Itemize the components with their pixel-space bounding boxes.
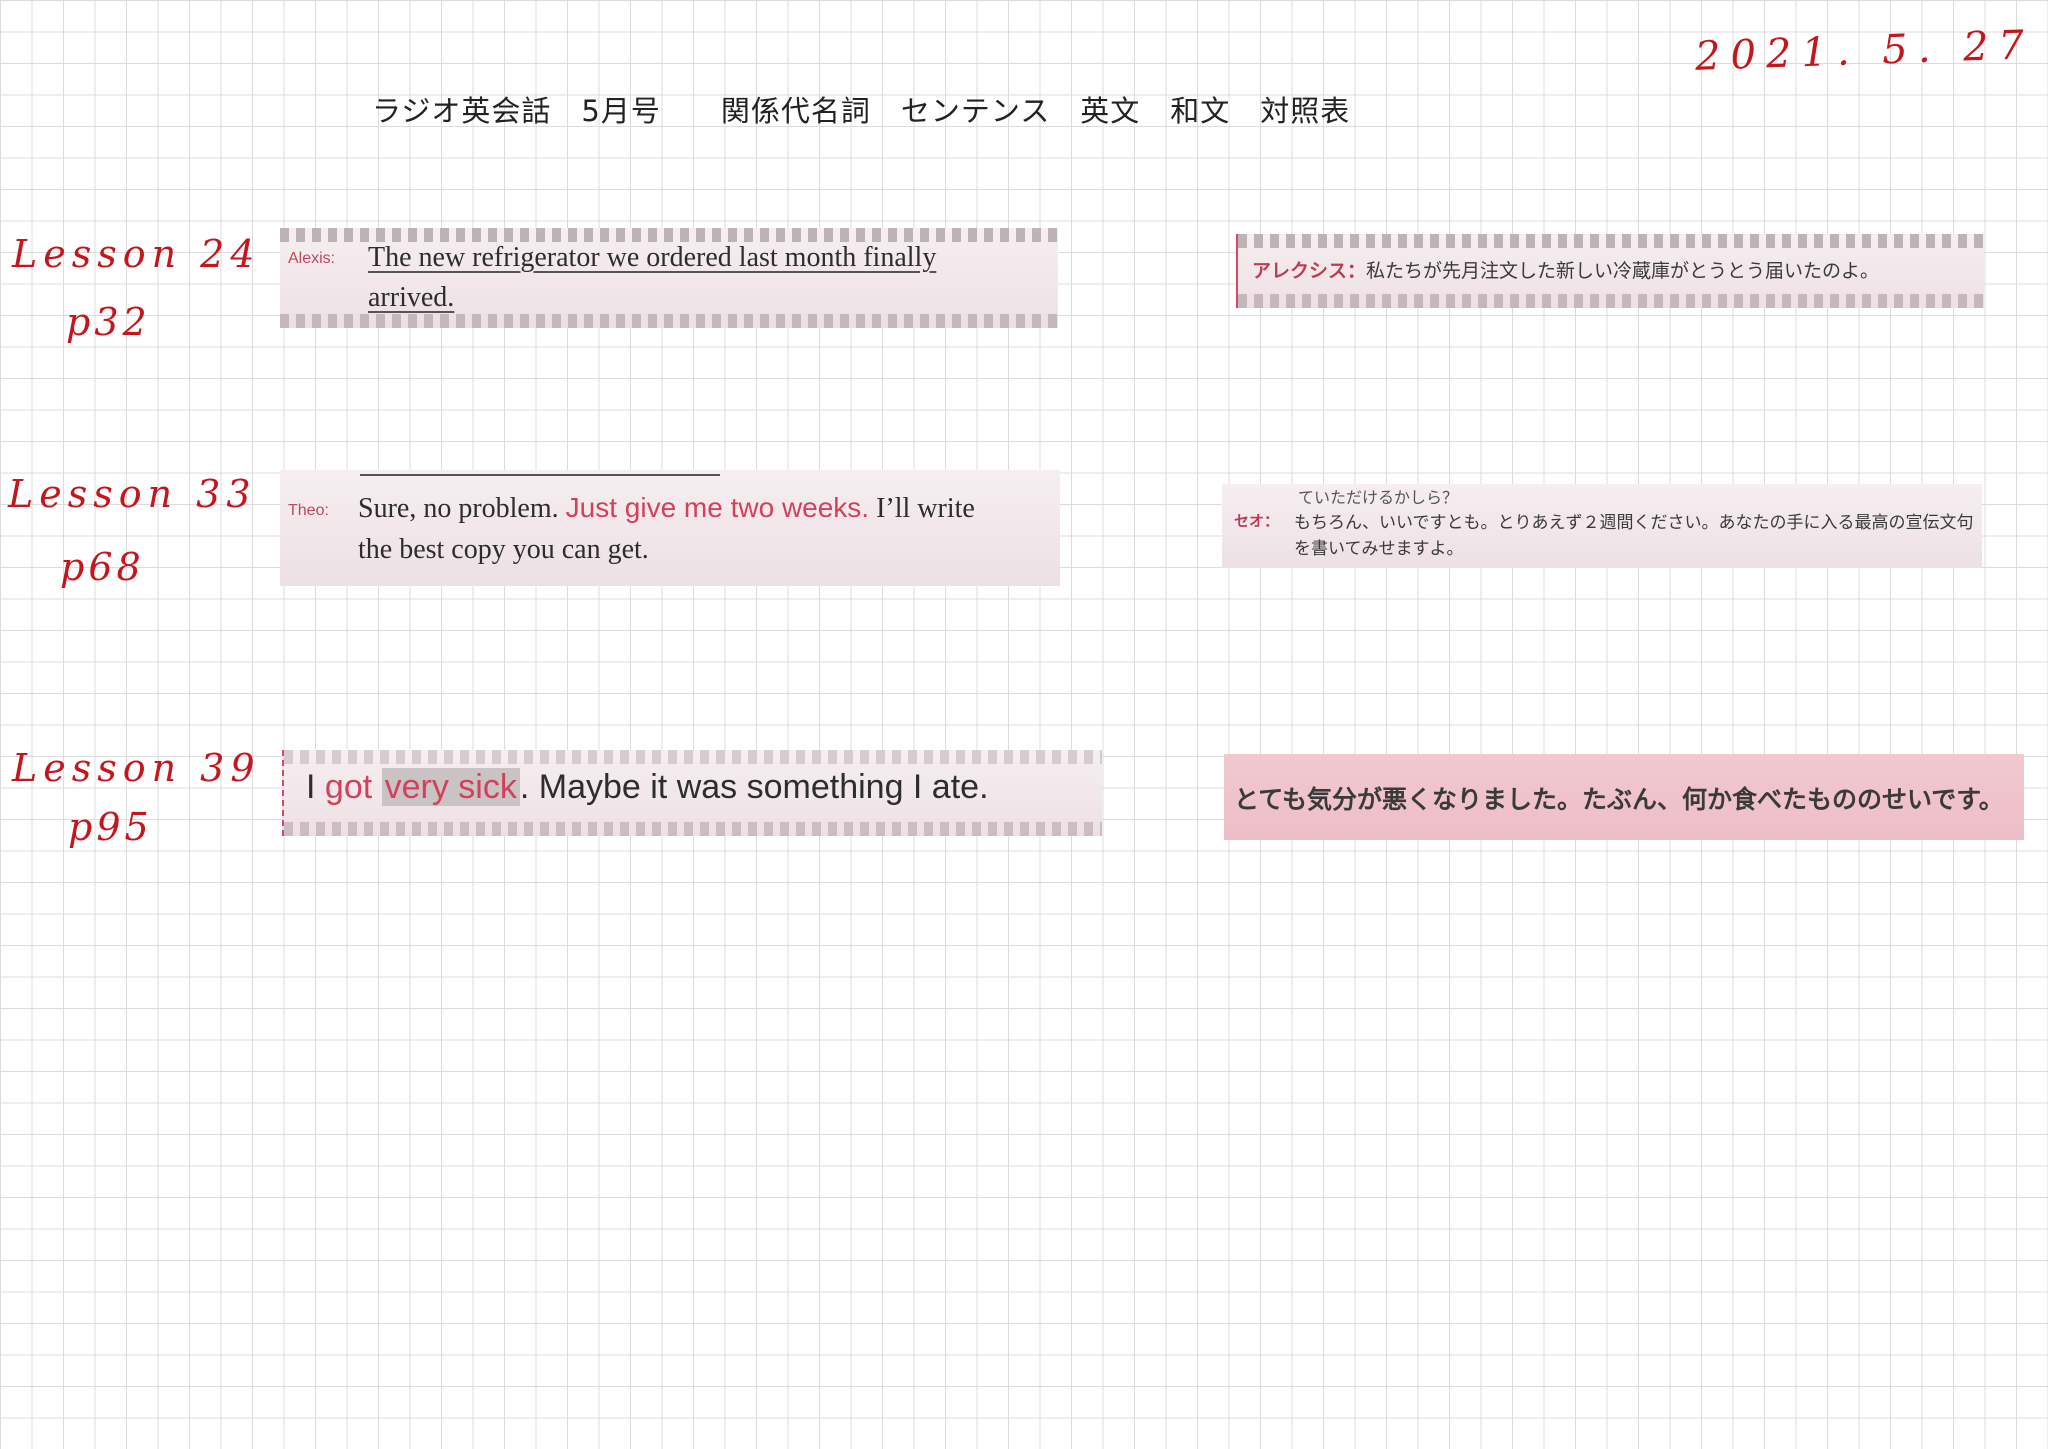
highlighted-word: got [324,768,373,806]
lesson-label: Lesson 33 [8,472,257,516]
english-line-2: arrived. [368,282,455,313]
japanese-clipping: アレクシス：私たちが先月注文した新しい冷蔵庫がとうとう届いたのよ。 [1236,234,1984,308]
english-text: . Maybe it was something I ate. [519,768,989,806]
japanese-line: アレクシス：私たちが先月注文した新しい冷蔵庫がとうとう届いたのよ。 [1252,256,1879,283]
japanese-text: 私たちが先月注文した新しい冷蔵庫がとうとう届いたのよ。 [1366,260,1880,282]
page-title: ラジオ英会話 5月号 関係代名詞 センテンス 英文 和文 対照表 [372,94,1351,128]
page-number: p68 [60,545,145,589]
lesson-label: Lesson 39 [12,746,261,790]
page-number: p32 [66,300,151,344]
japanese-clipping: とても気分が悪くなりました。たぶん、何か食べたもののせいです。 [1224,754,2024,840]
english-text: Sure, no problem. [358,493,566,524]
english-clipping: Theo: Sure, no problem. Just give me two… [280,470,1060,586]
japanese-context: ていただけるかしら？ [1298,488,1459,507]
english-text: I’ll write [869,493,975,524]
english-line-2: the best copy you can get. [358,534,649,565]
japanese-line-2: を書いてみせますよ。 [1294,539,1464,559]
japanese-line-1: もちろん、いいですとも。とりあえず２週間ください。あなたの手に入る最高の宣伝文句 [1294,513,1974,533]
divider [360,474,720,476]
speaker-label: アレクシス： [1252,260,1367,282]
english-line-1: The new refrigerator we ordered last mon… [368,242,937,273]
handwritten-date: 2021. 5. 27 [1694,22,2035,80]
english-clipping: Alexis: The new refrigerator we ordered … [280,228,1058,328]
lesson-label: Lesson 24 [12,232,261,276]
japanese-text: とても気分が悪くなりました。たぶん、何か食べたもののせいです。 [1234,785,2004,814]
highlighted-phrase: very sick [381,768,520,806]
japanese-clipping: ていただけるかしら？ セオ： もちろん、いいですとも。とりあえず２週間ください。… [1222,484,1982,568]
english-line-1: Sure, no problem. Just give me two weeks… [358,492,975,525]
speaker-label: セオ： [1234,512,1280,530]
page-number: p95 [68,805,153,849]
speaker-label: Theo: [288,502,329,519]
english-clipping: I got very sick. Maybe it was something … [282,750,1102,836]
english-text: I [306,768,325,806]
highlighted-phrase: Just give me two weeks. [565,492,870,523]
speaker-label: Alexis: [288,250,336,267]
english-sentence: I got very sick. Maybe it was something … [306,768,989,807]
